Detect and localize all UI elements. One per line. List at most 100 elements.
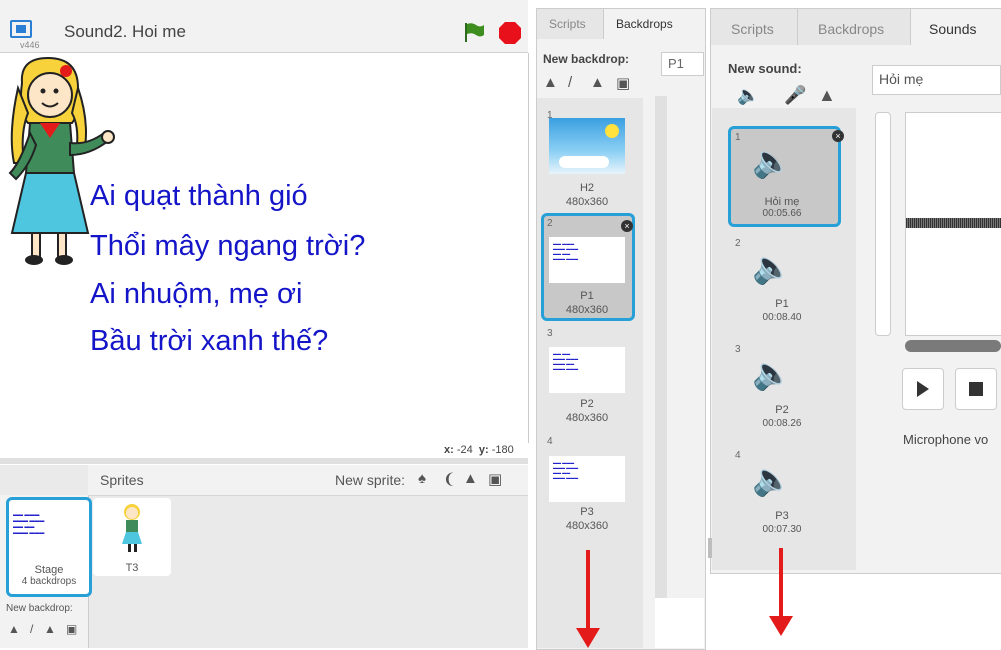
tab-scripts-snd-label: Scripts [731,21,774,37]
tab-backdrops-snd-label: Backdrops [818,21,885,37]
sound-library-icon[interactable]: 🔈 [737,85,759,106]
sound-name-4: P3 [775,510,789,522]
sound-index-1: 1 [735,132,741,143]
backdrop-thumb-p3[interactable]: ▬▬ ▬▬▬ ▬▬▬ ▬▬▬ ▬▬ ▬▬ ▬▬▬ ▬▬▬ [549,456,625,502]
sound-name-3: P2 [775,404,789,416]
backdrop-name-p1: P1 [580,290,594,302]
stage-info: 4 backdrops [21,576,77,587]
sprite-t3[interactable]: T3 [93,498,171,576]
sound-scrollbar[interactable] [905,340,1001,352]
stop-icon[interactable] [498,21,522,45]
sound-name-1: Hỏi mẹ [764,196,800,208]
speaker-icon-3[interactable]: 🔈 [752,354,792,392]
sprites-label: Sprites [100,472,144,488]
sound-duration-4: 00:07.30 [762,524,802,535]
coordinate-readout: x: -24 y: -180 [444,444,514,456]
sprite-t3-name: T3 [125,562,139,574]
play-button[interactable] [902,368,944,410]
sound-index-2: 2 [735,238,741,249]
sound-name-2: P1 [775,298,789,310]
tab-scripts-bd[interactable]: Scripts [537,9,604,39]
camera-backdrop-icon[interactable]: ▣ [66,622,77,636]
volume-slider[interactable] [875,112,891,336]
backdrop-index-4: 4 [547,436,553,447]
backdrop-size-h2: 480x360 [565,196,609,208]
tab-sounds[interactable]: Sounds [911,9,991,46]
waveform-trace [906,218,1001,228]
bd-upload-icon[interactable]: ▲ [590,74,605,91]
tab-backdrops-bd[interactable]: Backdrops [604,9,703,40]
sound-duration-1: 00:05.66 [762,208,802,219]
tab-sounds-label: Sounds [929,21,977,37]
backdrop-index-3: 3 [547,328,553,339]
version-label: v446 [20,40,40,50]
red-arrow-sounds [779,548,783,620]
stage-thumb-preview: ▬▬ ▬▬▬ ▬▬▬ ▬▬▬ ▬▬ ▬▬ ▬▬▬ ▬▬▬ [13,512,45,536]
red-arrow-backdrops-head [576,628,600,648]
tab-backdrops-snd[interactable]: Backdrops [798,9,911,45]
x-label: x: [444,444,454,456]
stage-canvas[interactable]: Ai quạt thành gió Thổi mây ngang trời? A… [0,53,529,443]
sprite-t3-image [122,504,142,552]
bd-library-icon[interactable]: ▲ [543,74,558,91]
camera-sprite-icon[interactable]: ▣ [488,470,502,488]
stage-thumbnail[interactable]: ▬▬ ▬▬▬ ▬▬▬ ▬▬▬ ▬▬ ▬▬ ▬▬▬ ▬▬▬ Stage 4 backdr… [6,497,92,597]
speaker-icon-1: 🔈 [752,143,792,179]
fullscreen-icon[interactable] [10,20,32,38]
record-sound-icon[interactable]: 🎤 [784,85,806,106]
red-arrow-sounds-head [769,616,793,636]
x-value: -24 [456,444,473,456]
microphone-volume-label: Microphone vo [903,432,989,447]
paint-backdrop-icon[interactable]: / [30,622,33,636]
y-value: -180 [491,444,514,456]
speaker-icon-4[interactable]: 🔈 [752,460,792,498]
backdrop-thumb-p2[interactable]: ▬▬ ▬▬ ▬▬▬ ▬▬▬ ▬▬▬ ▬▬ ▬▬▬ ▬▬▬ [549,347,625,393]
backdrop-name-p3: P3 [580,506,594,518]
new-sound-label: New sound: [728,61,802,76]
poem-line-3: Ai nhuộm, mẹ ơi [90,278,303,310]
poem-line-4: Bầu trời xanh thế? [90,325,329,357]
stage-new-backdrop-label: New backdrop: [6,603,73,614]
green-flag-icon[interactable] [462,22,486,42]
bd-new-backdrop-label: New backdrop: [543,52,630,66]
upload-sound-icon[interactable]: ▲ [818,85,836,106]
tab-backdrops-bd-label: Backdrops [616,17,673,31]
delete-sound-icon[interactable]: × [832,130,844,142]
sound-index-3: 3 [735,344,741,355]
sprite-library-icon[interactable]: ♠ [418,470,426,487]
red-arrow-backdrops [586,550,590,632]
stop-sound-button[interactable] [955,368,997,410]
poem-line-2: Thổi mây ngang trời? [90,230,366,262]
upload-backdrop-icon[interactable]: ▲ [44,622,56,636]
sound-duration-3: 00:08.26 [762,418,802,429]
stop-sound-icon [969,382,983,396]
bd-name-field[interactable]: P1 [661,52,704,76]
backdrop-size-p3: 480x360 [565,520,609,532]
backdrop-name-p2: P2 [580,398,594,410]
paint-sprite-icon[interactable]: ❨ [443,470,456,488]
project-title[interactable]: Sound2. Hoi me [64,22,186,42]
poem-line-1: Ai quạt thành gió [90,180,308,212]
sound-waveform[interactable] [905,112,1001,336]
bd-scrollbar[interactable] [655,96,667,648]
stage-divider [0,458,528,464]
sprites-header [88,465,528,496]
new-sprite-label: New sprite: [335,472,406,488]
delete-backdrop-icon[interactable]: × [621,220,633,232]
sound-index-4: 4 [735,450,741,461]
sound-name-field[interactable]: Hỏi mẹ [872,65,1001,95]
y-label: y: [478,444,489,456]
speaker-icon-2[interactable]: 🔈 [752,248,792,286]
backdrop-index-2: 2 [547,218,553,229]
backdrop-name-h2: H2 [579,182,595,194]
backdrop-library-icon[interactable]: ▲ [8,622,20,636]
backdrop-size-p2: 480x360 [565,412,609,424]
tab-scripts-bd-label: Scripts [549,17,586,31]
tab-scripts-snd[interactable]: Scripts [711,9,798,45]
bd-editor-area [655,598,704,648]
bd-camera-icon[interactable]: ▣ [616,74,630,92]
sound-duration-2: 00:08.40 [762,312,802,323]
backdrop-thumb-h2[interactable] [549,118,625,174]
bd-paint-icon[interactable]: / [568,74,572,91]
upload-sprite-icon[interactable]: ▲ [463,470,478,487]
